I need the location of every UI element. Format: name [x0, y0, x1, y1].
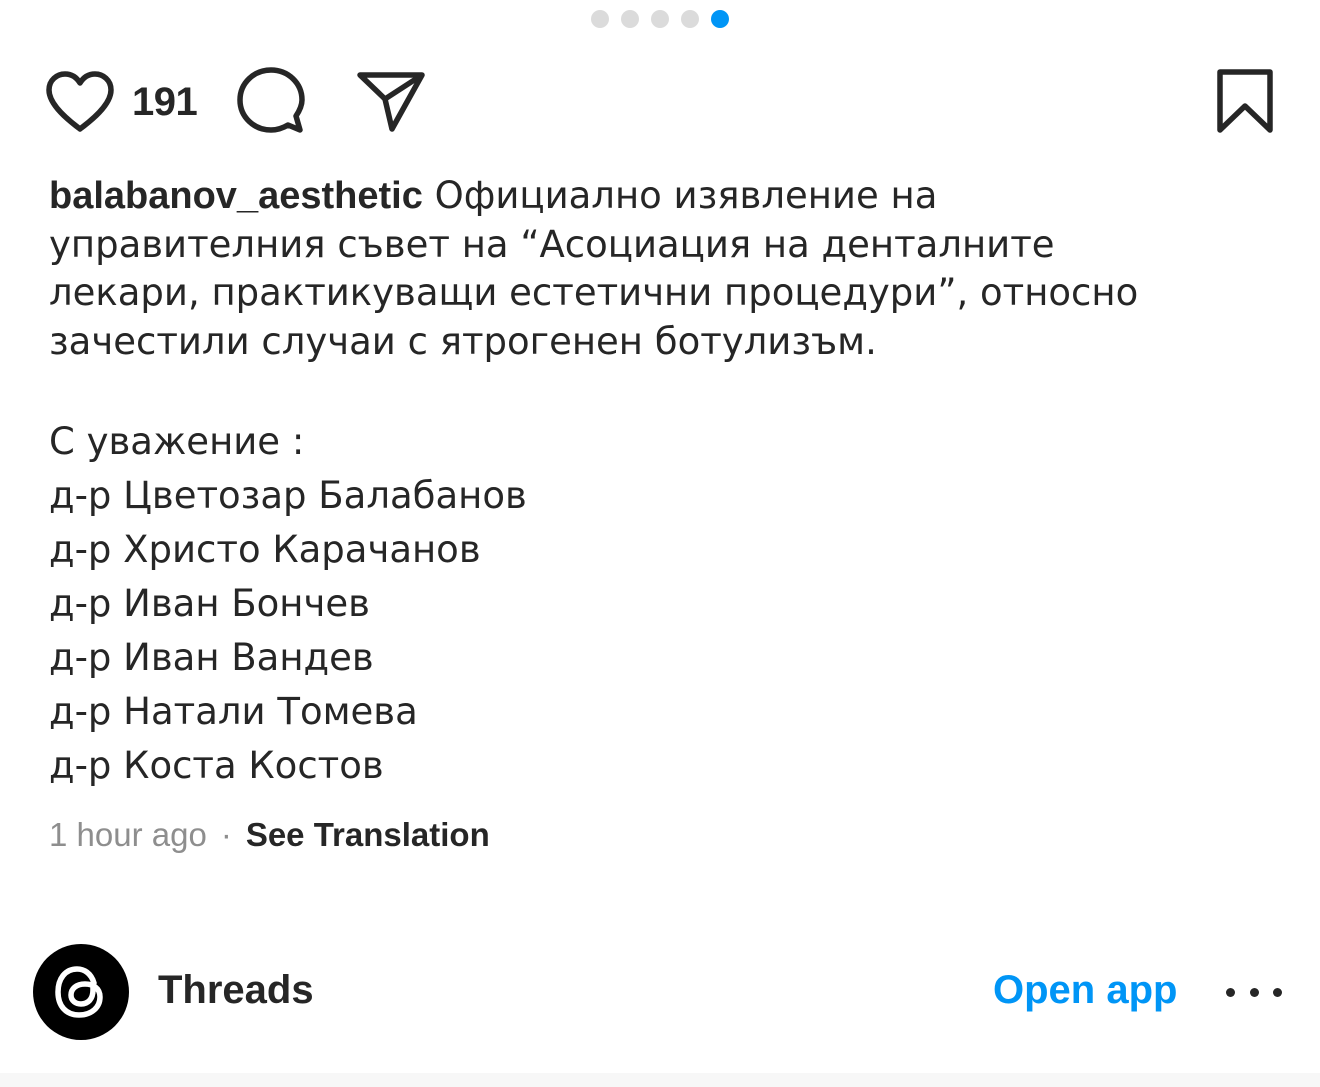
action-bar: 191	[44, 66, 1276, 138]
open-app-button[interactable]: Open app	[993, 968, 1177, 1013]
carousel-dot	[591, 10, 609, 28]
caption-line: зачестили случаи с ятрогенен ботулизъм.	[49, 319, 877, 363]
signature-line: д-р Иван Бончев	[49, 581, 370, 625]
caption-line: balabanov_aesthetic Официално изявление …	[49, 172, 1271, 221]
dot	[1273, 987, 1282, 997]
caption-line: управителния съвет на “Асоциация на дент…	[49, 222, 1055, 266]
heart-icon	[46, 71, 114, 132]
dot	[1226, 987, 1235, 997]
threads-app-name: Threads	[158, 968, 314, 1012]
username-link[interactable]: balabanov_aesthetic	[49, 175, 423, 217]
caption-line: лекари, практикуващи естетични процедури…	[49, 271, 1139, 314]
carousel-dot-active	[711, 10, 729, 28]
threads-logo-icon[interactable]	[33, 944, 129, 1040]
post-timestamp: 1 hour ago	[49, 816, 207, 853]
threads-banner: Threads Open app	[0, 940, 1320, 1050]
threads-at-icon	[55, 966, 103, 1018]
caption-text: Официално изявление на	[434, 174, 938, 217]
caption-closing: С уважение :	[49, 419, 305, 463]
signature-line: д-р Коста Костов	[49, 743, 384, 787]
more-options-icon[interactable]	[1226, 980, 1282, 1004]
share-button[interactable]	[356, 68, 426, 134]
like-button[interactable]	[44, 70, 116, 134]
bottom-divider	[0, 1073, 1320, 1087]
post-caption: balabanov_aesthetic Официално изявление …	[49, 172, 1271, 793]
signature-line: д-р Цветозар Балабанов	[49, 473, 527, 517]
comment-button[interactable]	[236, 66, 306, 136]
bookmark-icon	[1217, 69, 1273, 133]
see-translation-link[interactable]: See Translation	[246, 816, 490, 854]
signature-line: д-р Натали Томева	[49, 689, 418, 733]
dot	[1249, 987, 1259, 997]
like-count[interactable]: 191	[132, 80, 198, 125]
comment-icon	[237, 67, 305, 133]
carousel-indicator	[591, 10, 729, 28]
signature-line: д-р Иван Вандев	[49, 635, 374, 679]
post-meta: 1 hour ago · See Translation	[49, 816, 490, 854]
carousel-dot	[621, 10, 639, 28]
save-button[interactable]	[1214, 66, 1276, 136]
signature-line: д-р Христо Карачанов	[49, 527, 481, 571]
post-view: 191 balabanov_aesthetic Официално изявле…	[0, 0, 1320, 1087]
carousel-dot	[651, 10, 669, 28]
share-icon	[357, 72, 425, 132]
meta-separator: ·	[220, 816, 232, 853]
carousel-dot	[681, 10, 699, 28]
